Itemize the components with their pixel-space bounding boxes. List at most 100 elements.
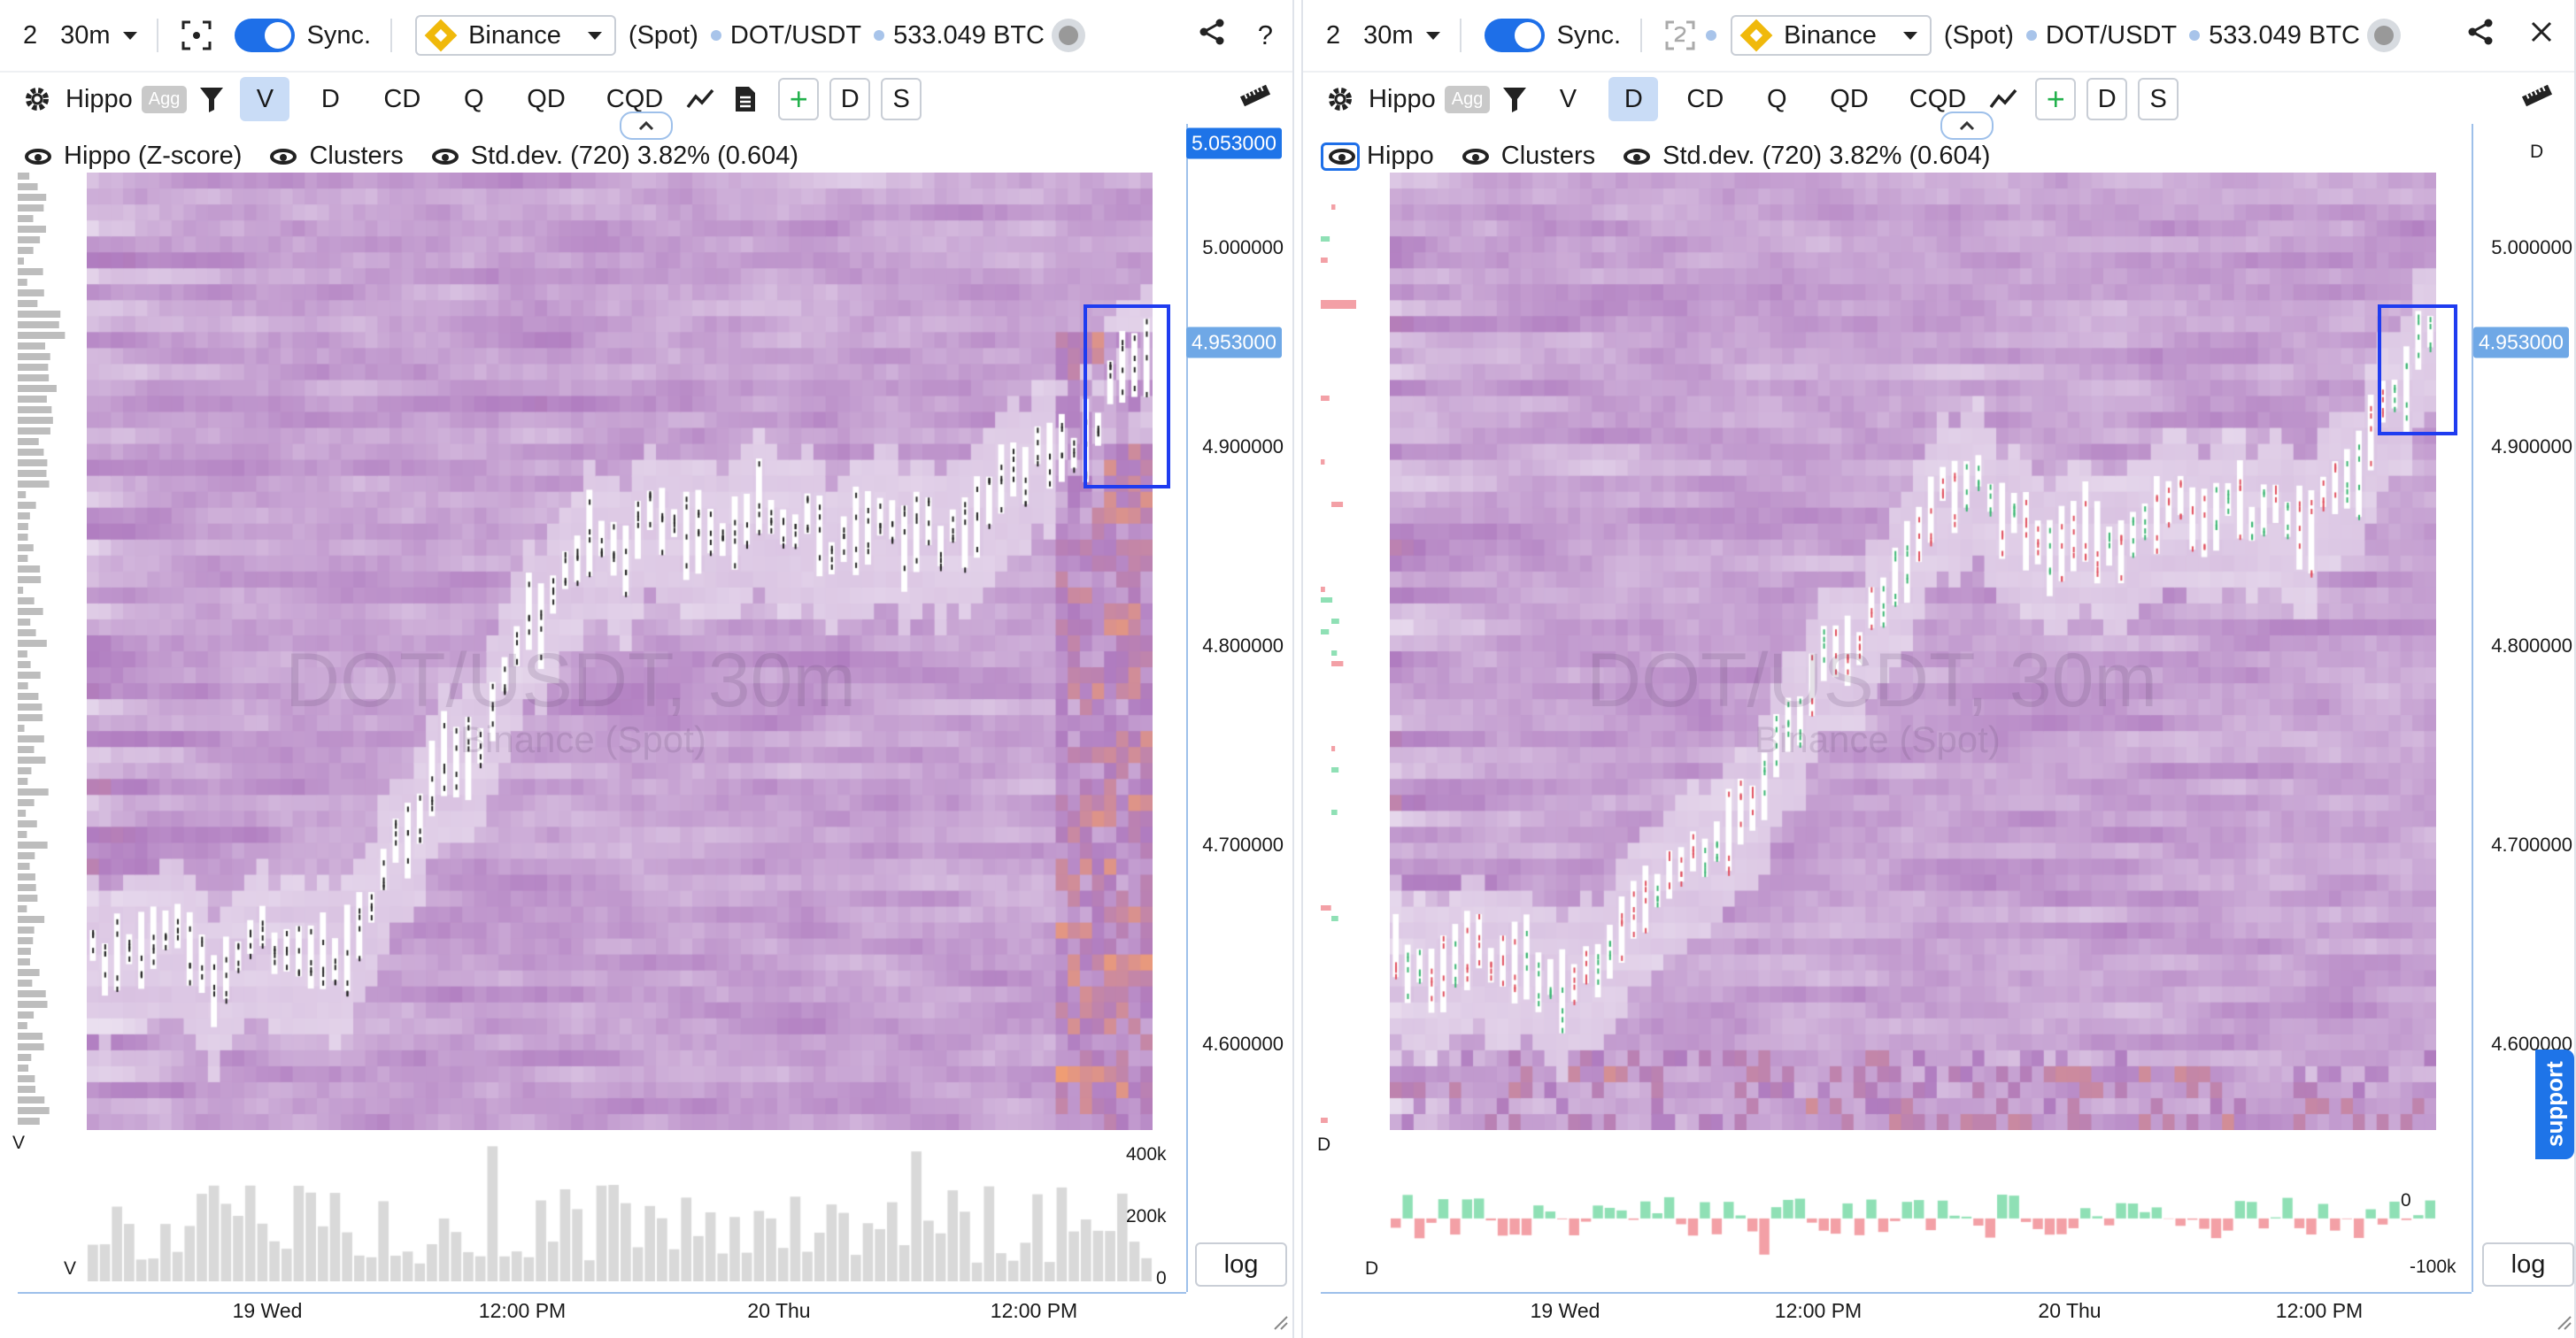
mode-button-qd[interactable]: QD — [1817, 77, 1881, 121]
chart-panel-left: 2 30m Sync. Binance (Spot) DOT/USDT 533.… — [0, 0, 1294, 1338]
mode-button-v[interactable]: V — [1543, 77, 1593, 121]
volume-label: 533.049 BTC — [2209, 20, 2360, 50]
exchange-dropdown[interactable]: Binance — [415, 15, 616, 56]
indicator-name[interactable]: Hippo — [66, 85, 133, 114]
status-dot-icon — [2025, 30, 2037, 41]
chart-watermark: DOT/USDT, 30m — [1586, 638, 2158, 723]
legend-stddev: Std.dev. (720) 3.82% (0.604) — [1662, 142, 1991, 170]
eye-icon[interactable] — [1623, 148, 1651, 165]
connection-status-icon — [2367, 19, 2401, 52]
time-label: 12:00 PM — [990, 1299, 1078, 1322]
volume-histogram — [87, 1142, 1153, 1281]
toggle-d-button[interactable]: D — [2086, 78, 2128, 120]
eye-icon[interactable] — [1462, 148, 1489, 165]
price-label: 4.600000 — [1202, 1033, 1284, 1055]
sync-toggle[interactable] — [1484, 19, 1545, 52]
resize-handle-icon[interactable] — [2555, 1313, 2572, 1335]
mode-button-d[interactable]: D — [305, 77, 355, 121]
collapse-chevron-icon[interactable] — [1940, 112, 1994, 140]
sub-pane-label: V — [12, 1133, 26, 1153]
document-icon[interactable] — [734, 85, 757, 113]
timeframe-dropdown[interactable]: 30m — [60, 21, 137, 50]
log-scale-button[interactable]: log — [1195, 1242, 1287, 1287]
eye-icon[interactable] — [431, 148, 459, 165]
mode-button-v[interactable]: V — [240, 77, 290, 121]
eye-icon — [1329, 148, 1355, 165]
crosshair-icon[interactable] — [181, 20, 212, 50]
settings-gear-icon[interactable] — [1326, 85, 1354, 113]
legend-hippo: Hippo — [1367, 142, 1434, 170]
price-label: 4.800000 — [1202, 634, 1284, 657]
volume-readout: 533.049 BTC — [874, 21, 1045, 50]
mode-button-q[interactable]: Q — [449, 77, 498, 121]
status-dot-icon — [2189, 30, 2201, 41]
toggle-d-button[interactable]: D — [829, 78, 871, 120]
pair-selector[interactable]: DOT/USDT — [710, 21, 861, 50]
mode-button-qd[interactable]: QD — [514, 77, 578, 121]
delta-histogram — [1390, 1142, 2436, 1281]
filter-icon[interactable] — [199, 86, 224, 112]
add-indicator-button[interactable]: + — [2035, 78, 2077, 120]
chart-panel-right: 2 30m Sync. Binance (Spot) DOT/USDT 533.… — [1301, 0, 2576, 1338]
legend-row: Hippo Clusters Std.dev. (720) 3.82% (0.6… — [1321, 142, 1990, 171]
sub-pane-label: D — [1317, 1134, 1331, 1155]
volume-readout: 533.049 BTC — [2189, 21, 2360, 50]
settings-gear-icon[interactable] — [23, 85, 51, 113]
legend-stddev: Std.dev. (720) 3.82% (0.604) — [470, 142, 799, 170]
time-axis-line — [1321, 1292, 2472, 1294]
toggle-s-button[interactable]: S — [2138, 78, 2179, 120]
time-label: 12:00 PM — [1774, 1299, 1863, 1322]
divider — [390, 19, 393, 52]
volume-label: 533.049 BTC — [893, 20, 1045, 50]
agg-badge[interactable]: Agg — [1444, 85, 1491, 113]
line-chart-icon[interactable] — [686, 88, 714, 111]
market-label: (Spot) — [628, 20, 698, 50]
line-chart-icon[interactable] — [1989, 88, 2017, 111]
eye-icon[interactable] — [270, 148, 297, 165]
layout-count[interactable]: 2 — [1326, 21, 1340, 50]
caret-down-icon — [587, 31, 602, 40]
exchange-dropdown[interactable]: Binance — [1731, 15, 1932, 56]
binance-logo-icon — [424, 19, 458, 52]
resize-handle-icon[interactable] — [1271, 1313, 1289, 1335]
market-label: (Spot) — [1943, 20, 2014, 50]
price-label: 5.000000 — [2491, 236, 2572, 258]
time-label: 20 Thu — [2038, 1299, 2102, 1322]
top-price-tag: 5.053000 — [1186, 127, 1282, 159]
binance-logo-icon — [1739, 19, 1773, 52]
agg-badge[interactable]: Agg — [141, 85, 188, 113]
mode-button-q[interactable]: Q — [1752, 77, 1801, 121]
timeframe-dropdown[interactable]: 30m — [1363, 21, 1440, 50]
divider — [1640, 19, 1643, 52]
caret-down-icon — [122, 31, 137, 40]
eye-icon[interactable] — [25, 148, 51, 165]
legend-row: Hippo (Z-score) Clusters Std.dev. (720) … — [25, 142, 798, 171]
sync-toggle[interactable] — [234, 19, 295, 52]
price-label: 4.900000 — [2491, 435, 2572, 458]
price-label: 4.800000 — [2491, 634, 2572, 657]
top-toolbar: 2 30m Sync. Binance (Spot) DOT/USDT 533.… — [0, 9, 1292, 62]
delta-profile — [1321, 204, 1356, 1123]
log-scale-button[interactable]: log — [2482, 1242, 2574, 1287]
support-tab[interactable]: support — [2535, 1050, 2574, 1159]
filter-icon[interactable] — [1502, 86, 1527, 112]
sub-tick: 0 — [2401, 1190, 2411, 1211]
pair-label: DOT/USDT — [2045, 20, 2178, 50]
toggle-s-button[interactable]: S — [881, 78, 922, 120]
mode-button-cd[interactable]: CD — [1674, 77, 1736, 121]
sub-tick: 400k — [1126, 1144, 1167, 1165]
time-label: 12:00 PM — [2275, 1299, 2364, 1322]
eye-icon-selected[interactable] — [1321, 142, 1360, 171]
selection-box — [2378, 304, 2457, 435]
mode-button-cd[interactable]: CD — [371, 77, 433, 121]
pair-selector[interactable]: DOT/USDT — [2025, 20, 2178, 50]
sub-tick: 0 — [1156, 1268, 1167, 1288]
add-indicator-button[interactable]: + — [778, 78, 820, 120]
exchange-label: Binance — [1784, 20, 1877, 50]
mode-button-d[interactable]: D — [1608, 77, 1659, 121]
layout-count[interactable]: 2 — [23, 21, 37, 50]
collapse-chevron-icon[interactable] — [620, 112, 673, 140]
indicator-name[interactable]: Hippo — [1369, 85, 1436, 114]
layout-sync-icon[interactable] — [1665, 20, 1695, 50]
volume-profile — [18, 173, 66, 1125]
